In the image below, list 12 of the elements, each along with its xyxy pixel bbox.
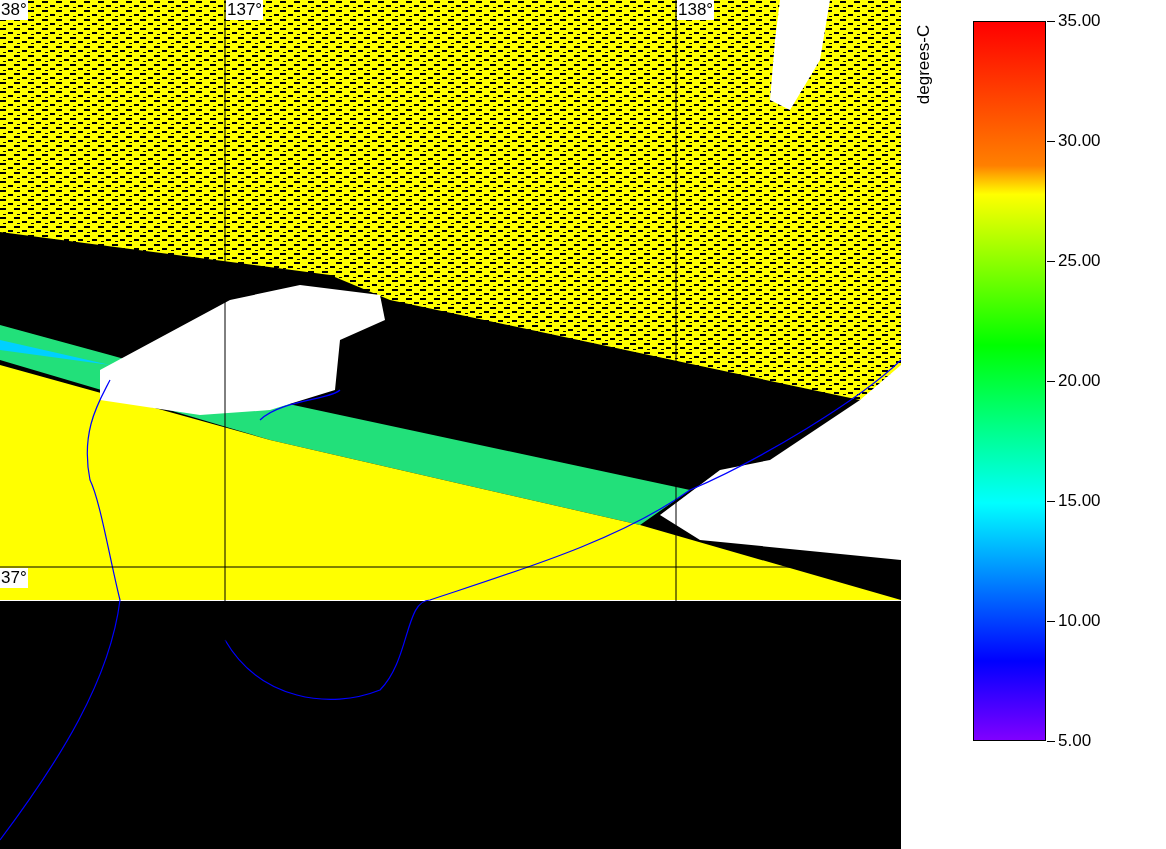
scale-tick-label: 15.00 <box>1058 491 1101 511</box>
scale-tick-label: 35.00 <box>1058 11 1101 31</box>
scale-tick-label: 30.00 <box>1058 131 1101 151</box>
scale-tick-label: 10.00 <box>1058 611 1101 631</box>
grid-label: 37° <box>0 568 28 588</box>
scale-tick-label: 25.00 <box>1058 251 1101 271</box>
scale-tick-label: 5.00 <box>1058 731 1092 751</box>
grid-label: 138° <box>677 0 715 20</box>
scale-title: degrees-C <box>914 23 932 107</box>
grid-label: 137° <box>226 0 264 20</box>
grid-label: 38° <box>0 0 28 20</box>
scale-tick-label: 20.00 <box>1058 371 1101 391</box>
